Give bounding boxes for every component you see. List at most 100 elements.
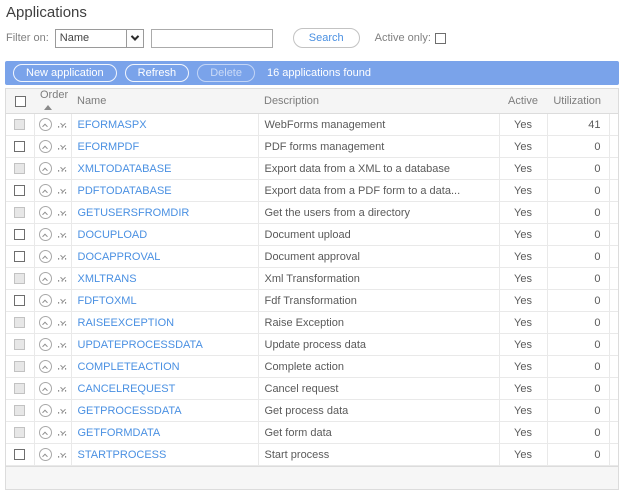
order-down-button[interactable] — [57, 250, 70, 263]
row-active-cell: Yes — [499, 202, 547, 224]
select-all-checkbox[interactable] — [15, 96, 26, 107]
row-spare-cell — [609, 334, 618, 356]
order-down-button[interactable] — [57, 118, 70, 131]
application-name-link[interactable]: RAISEEXCEPTION — [78, 317, 175, 329]
order-down-button[interactable] — [57, 140, 70, 153]
delete-button[interactable]: Delete — [197, 64, 255, 82]
filter-query-input[interactable] — [151, 29, 273, 48]
row-description-cell: Export data from a PDF form to a data... — [258, 180, 499, 202]
row-select-checkbox[interactable] — [14, 383, 25, 394]
row-description-cell: Get process data — [258, 400, 499, 422]
select-all-header-cell — [6, 89, 34, 114]
order-down-button[interactable] — [57, 404, 70, 417]
row-order-cell — [34, 246, 71, 268]
application-name-link[interactable]: DOCUPLOAD — [78, 229, 148, 241]
order-up-button[interactable] — [39, 294, 52, 307]
order-down-button[interactable] — [57, 272, 70, 285]
row-select-cell — [6, 378, 34, 400]
row-select-checkbox[interactable] — [14, 185, 25, 196]
row-select-checkbox[interactable] — [14, 339, 25, 350]
application-name-link[interactable]: EFORMASPX — [78, 119, 147, 131]
search-button[interactable]: Search — [293, 28, 360, 48]
order-up-button[interactable] — [39, 426, 52, 439]
order-down-button[interactable] — [57, 228, 70, 241]
order-up-button[interactable] — [39, 360, 52, 373]
application-name-link[interactable]: UPDATEPROCESSDATA — [78, 339, 203, 351]
order-down-button[interactable] — [57, 184, 70, 197]
application-name-link[interactable]: FDFTOXML — [78, 295, 137, 307]
order-down-button[interactable] — [57, 448, 70, 461]
application-name-link[interactable]: EFORMPDF — [78, 141, 140, 153]
row-active-cell: Yes — [499, 444, 547, 466]
row-select-checkbox[interactable] — [14, 449, 25, 460]
order-up-button[interactable] — [39, 184, 52, 197]
order-up-button[interactable] — [39, 316, 52, 329]
row-description-cell: Document approval — [258, 246, 499, 268]
order-down-button[interactable] — [57, 382, 70, 395]
row-name-cell: RAISEEXCEPTION — [71, 312, 258, 334]
column-header-order[interactable]: Order — [34, 89, 71, 114]
row-name-cell: GETUSERSFROMDIR — [71, 202, 258, 224]
row-select-checkbox[interactable] — [14, 141, 25, 152]
row-description-cell: WebForms management — [258, 114, 499, 136]
application-name-link[interactable]: DOCAPPROVAL — [78, 251, 161, 263]
order-up-button[interactable] — [39, 206, 52, 219]
refresh-button[interactable]: Refresh — [125, 64, 190, 82]
new-application-button[interactable]: New application — [13, 64, 117, 82]
order-up-button[interactable] — [39, 404, 52, 417]
application-name-link[interactable]: COMPLETEACTION — [78, 361, 180, 373]
application-name-link[interactable]: GETFORMDATA — [78, 427, 161, 439]
row-select-checkbox[interactable] — [14, 427, 25, 438]
order-up-button[interactable] — [39, 228, 52, 241]
order-down-button[interactable] — [57, 338, 70, 351]
order-up-button[interactable] — [39, 140, 52, 153]
order-down-button[interactable] — [57, 162, 70, 175]
application-name-link[interactable]: XMLTRANS — [78, 273, 137, 285]
row-description-cell: Export data from a XML to a database — [258, 158, 499, 180]
row-select-checkbox[interactable] — [14, 229, 25, 240]
order-up-button[interactable] — [39, 118, 52, 131]
row-select-checkbox[interactable] — [14, 207, 25, 218]
row-order-cell — [34, 378, 71, 400]
row-select-checkbox[interactable] — [14, 273, 25, 284]
row-order-cell — [34, 202, 71, 224]
order-up-button[interactable] — [39, 162, 52, 175]
order-up-button[interactable] — [39, 338, 52, 351]
row-order-cell — [34, 334, 71, 356]
row-select-checkbox[interactable] — [14, 251, 25, 262]
chevron-down-icon — [60, 384, 66, 390]
column-header-active[interactable]: Active — [499, 89, 547, 114]
order-down-button[interactable] — [57, 206, 70, 219]
application-name-link[interactable]: CANCELREQUEST — [78, 383, 176, 395]
row-name-cell: XMLTODATABASE — [71, 158, 258, 180]
order-down-button[interactable] — [57, 294, 70, 307]
application-name-link[interactable]: PDFTODATABASE — [78, 185, 172, 197]
order-up-button[interactable] — [39, 382, 52, 395]
row-select-checkbox[interactable] — [14, 317, 25, 328]
column-header-utilization[interactable]: Utilization — [547, 89, 609, 114]
application-name-link[interactable]: STARTPROCESS — [78, 449, 167, 461]
order-down-button[interactable] — [57, 360, 70, 373]
application-name-link[interactable]: XMLTODATABASE — [78, 163, 172, 175]
order-down-button[interactable] — [57, 316, 70, 329]
order-up-button[interactable] — [39, 250, 52, 263]
column-header-description[interactable]: Description — [258, 89, 499, 114]
order-up-button[interactable] — [39, 448, 52, 461]
row-select-checkbox[interactable] — [14, 295, 25, 306]
filter-field-select[interactable]: Name — [55, 29, 144, 48]
application-name-link[interactable]: GETUSERSFROMDIR — [78, 207, 190, 219]
row-spare-cell — [609, 378, 618, 400]
row-select-checkbox[interactable] — [14, 361, 25, 372]
active-only-checkbox[interactable] — [435, 33, 446, 44]
row-active-cell: Yes — [499, 114, 547, 136]
row-select-checkbox[interactable] — [14, 119, 25, 130]
row-select-checkbox[interactable] — [14, 163, 25, 174]
column-header-name[interactable]: Name — [71, 89, 258, 114]
order-up-button[interactable] — [39, 272, 52, 285]
row-order-cell — [34, 180, 71, 202]
order-down-button[interactable] — [57, 426, 70, 439]
select-dropdown-button[interactable] — [126, 30, 143, 47]
row-spare-cell — [609, 202, 618, 224]
application-name-link[interactable]: GETPROCESSDATA — [78, 405, 182, 417]
row-select-checkbox[interactable] — [14, 405, 25, 416]
